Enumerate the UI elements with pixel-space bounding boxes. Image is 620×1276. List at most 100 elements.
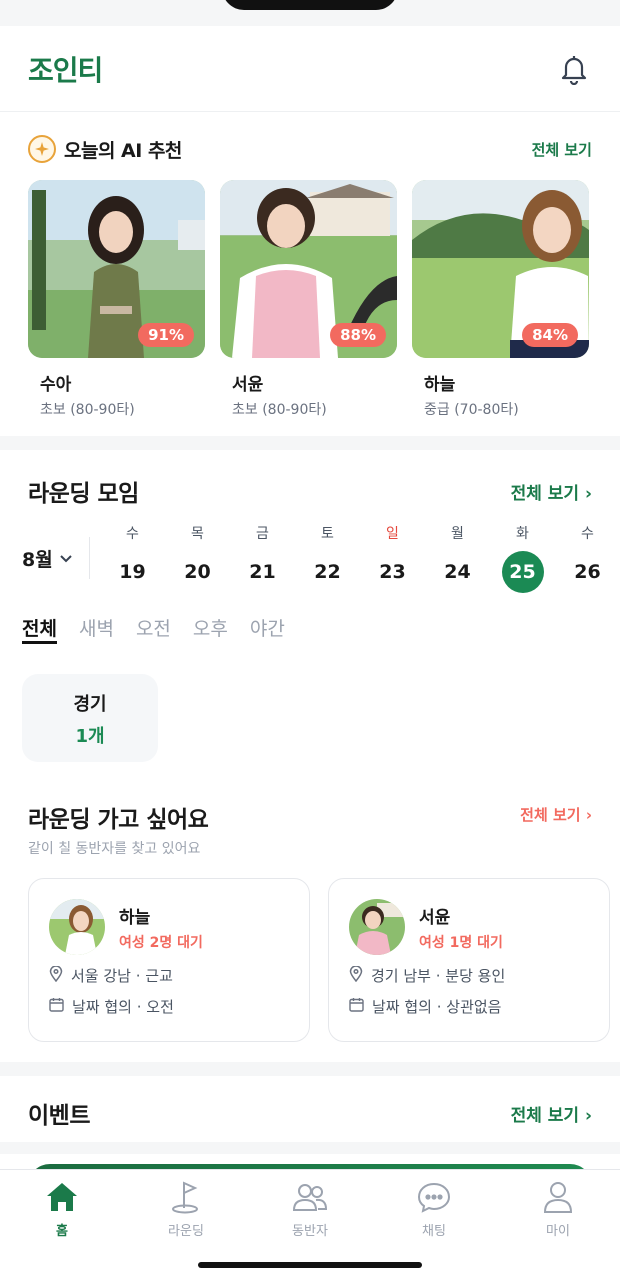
tab-morning[interactable]: 오전 [136, 614, 171, 644]
people-icon [248, 1180, 372, 1214]
day-cell[interactable]: 수 19 [100, 523, 165, 593]
want-subtitle: 같이 칠 동반자를 찾고 있어요 [28, 841, 201, 857]
location-pin-icon [349, 964, 363, 986]
profile-photo: 91% [28, 180, 205, 358]
day-of-week: 일 [386, 526, 399, 542]
day-date: 20 [184, 561, 211, 583]
location-text: 경기 남부 · 분당 용인 [371, 967, 506, 985]
tab-all[interactable]: 전체 [22, 614, 57, 644]
want-title: 라운딩 가고 싶어요 [28, 807, 209, 833]
home-indicator [198, 1262, 422, 1268]
month-selector[interactable]: 8월 [22, 545, 89, 572]
day-cell[interactable]: 토 22 [295, 523, 360, 593]
want-card-waiting: 여성 2명 대기 [119, 934, 203, 951]
day-of-week: 화 [516, 526, 529, 542]
rounding-section: 라운딩 모임 전체 보기 › 8월 수 19 목 20 금 21 토 22 일 23 월 2… [0, 450, 620, 762]
avatar [349, 899, 405, 955]
nav-my[interactable]: 마이 [496, 1180, 620, 1276]
ai-card-name: 서윤 [232, 375, 264, 395]
day-of-week: 수 [581, 526, 594, 542]
golf-flag-icon [124, 1180, 248, 1214]
bottom-nav: 홈 라운딩 동반자 채팅 마이 [0, 1169, 620, 1276]
ai-card[interactable]: 88% 서윤 초보 (80-90타) [220, 180, 397, 419]
day-of-week: 금 [256, 526, 269, 542]
match-badge: 91% [138, 323, 194, 347]
chevron-down-icon [59, 547, 73, 569]
nav-label: 마이 [546, 1224, 570, 1239]
day-date: 22 [314, 561, 341, 583]
location-pin-icon [49, 964, 63, 986]
game-count-card[interactable]: 경기 1개 [22, 674, 158, 762]
want-to-go-section: 라운딩 가고 싶어요 전체 보기 › 같이 칠 동반자를 찾고 있어요 하늘 여… [0, 762, 620, 1062]
day-cell[interactable]: 수 26 [555, 523, 620, 593]
match-badge: 88% [330, 323, 386, 347]
calendar-icon [49, 997, 64, 1016]
want-card[interactable]: 서윤 여성 1명 대기 경기 남부 · 분당 용인 날짜 협의 · 상관없음 [328, 878, 610, 1042]
location-row: 경기 남부 · 분당 용인 [349, 964, 589, 986]
day-cell[interactable]: 목 20 [165, 523, 230, 593]
ai-card[interactable]: 84% 하늘 중급 (70-80타) [412, 180, 589, 419]
want-card-name: 서윤 [419, 907, 451, 928]
time-filter-tabs: 전체 새벽 오전 오후 야간 [0, 600, 620, 660]
day-cell[interactable]: 일 23 [360, 523, 425, 593]
day-cell[interactable]: 금 21 [230, 523, 295, 593]
day-date: 21 [249, 561, 276, 583]
game-count-label: 경기 [73, 694, 107, 715]
day-cell-selected[interactable]: 화 25 [490, 523, 555, 593]
profile-photo: 88% [220, 180, 397, 358]
ai-card-level: 중급 (70-80타) [424, 402, 519, 418]
location-text: 서울 강남 · 근교 [71, 967, 173, 985]
ai-section-title: 오늘의 AI 추천 [64, 139, 182, 162]
app-title: 조인티 [28, 53, 103, 87]
tab-afternoon[interactable]: 오후 [193, 614, 228, 644]
schedule-row: 날짜 협의 · 오전 [49, 996, 289, 1017]
rounding-view-all-link[interactable]: 전체 보기 › [511, 479, 592, 504]
day-date: 25 [501, 551, 544, 593]
schedule-row: 날짜 협의 · 상관없음 [349, 996, 589, 1017]
date-picker: 8월 수 19 목 20 금 21 토 22 일 23 월 24 화 25 수 26 [0, 516, 620, 600]
chat-icon [372, 1180, 496, 1214]
day-of-week: 목 [191, 526, 204, 542]
notification-bell-icon[interactable] [556, 51, 592, 87]
ai-recommend-section: 오늘의 AI 추천 전체 보기 91% 수아 초보 (80-90타) 88% 서… [0, 112, 620, 450]
nav-label: 홈 [56, 1224, 68, 1239]
nav-home[interactable]: 홈 [0, 1180, 124, 1276]
divider [89, 537, 90, 579]
location-row: 서울 강남 · 근교 [49, 964, 289, 986]
day-of-week: 수 [126, 526, 139, 542]
avatar [49, 899, 105, 955]
tab-dawn[interactable]: 새벽 [79, 614, 114, 644]
day-date: 19 [119, 561, 146, 583]
day-cell[interactable]: 월 24 [425, 523, 490, 593]
nav-label: 동반자 [292, 1224, 328, 1239]
divider [0, 1142, 620, 1154]
event-title: 이벤트 [28, 1103, 90, 1129]
rounding-title: 라운딩 모임 [28, 481, 139, 507]
want-card-waiting: 여성 1명 대기 [419, 934, 503, 951]
want-card[interactable]: 하늘 여성 2명 대기 서울 강남 · 근교 날짜 협의 · 오전 [28, 878, 310, 1042]
device-notch [222, 0, 398, 10]
calendar-icon [349, 997, 364, 1016]
ai-card[interactable]: 91% 수아 초보 (80-90타) [28, 180, 205, 419]
want-view-all-link[interactable]: 전체 보기 › [520, 800, 592, 834]
profile-photo: 84% [412, 180, 589, 358]
day-of-week: 토 [321, 526, 334, 542]
day-date: 24 [444, 561, 471, 583]
top-bar: 조인티 [0, 26, 620, 112]
game-count-value: 1개 [75, 726, 105, 747]
schedule-text: 날짜 협의 · 상관없음 [372, 998, 502, 1016]
month-label: 8월 [22, 548, 53, 571]
day-date: 23 [379, 561, 406, 583]
want-card-name: 하늘 [119, 907, 151, 928]
ai-card-name: 수아 [40, 375, 72, 395]
sparkle-icon [28, 135, 56, 163]
match-badge: 84% [522, 323, 578, 347]
tab-night[interactable]: 야간 [250, 614, 285, 644]
nav-label: 채팅 [422, 1224, 446, 1239]
event-view-all-link[interactable]: 전체 보기 › [511, 1101, 592, 1126]
ai-card-level: 초보 (80-90타) [232, 402, 327, 418]
person-icon [496, 1180, 620, 1214]
nav-label: 라운딩 [168, 1224, 204, 1239]
ai-card-level: 초보 (80-90타) [40, 402, 135, 418]
ai-view-all-link[interactable]: 전체 보기 [532, 139, 592, 160]
